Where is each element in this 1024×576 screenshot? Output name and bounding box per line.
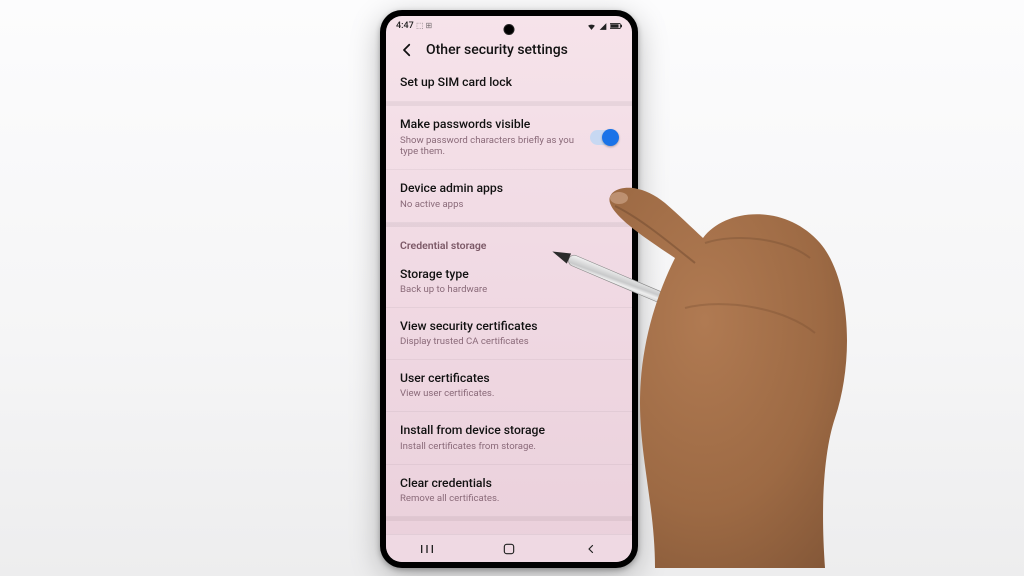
status-time: 4:47 ⬚ ⊞ (396, 21, 432, 31)
row-title: Set up SIM card lock (400, 75, 618, 90)
signal-icon (599, 22, 607, 31)
back-button[interactable] (398, 41, 416, 59)
row-device-admin-apps[interactable]: Device admin apps No active apps (386, 170, 632, 222)
row-install-from-storage[interactable]: Install from device storage Install cert… (386, 412, 632, 464)
row-title: Make passwords visible (400, 117, 580, 132)
row-storage-type[interactable]: Storage type Back up to hardware (386, 256, 632, 308)
row-title: Install from device storage (400, 423, 618, 438)
row-subtitle: Show password characters briefly as you … (400, 135, 580, 159)
row-subtitle: Remove all certificates. (400, 493, 618, 505)
settings-list[interactable]: Set up SIM card lock Make passwords visi… (386, 64, 632, 534)
nav-back-icon (585, 543, 597, 555)
row-title: Storage type (400, 267, 618, 282)
status-extra-icons: ⬚ ⊞ (416, 21, 432, 30)
row-subtitle: Install certificates from storage. (400, 441, 618, 453)
row-view-security-certificates[interactable]: View security certificates Display trust… (386, 308, 632, 360)
home-icon (502, 542, 516, 556)
row-title: User certificates (400, 371, 618, 386)
row-subtitle: No active apps (400, 199, 618, 211)
row-title: View security certificates (400, 319, 618, 334)
front-camera (505, 25, 514, 34)
nav-bar (386, 534, 632, 562)
row-user-certificates[interactable]: User certificates View user certificates… (386, 360, 632, 412)
recents-icon (419, 543, 435, 555)
nav-home-button[interactable] (479, 542, 539, 556)
row-sim-lock[interactable]: Set up SIM card lock (386, 64, 632, 102)
phone-screen: 4:47 ⬚ ⊞ Other security settings Set up … (386, 16, 632, 562)
page-title: Other security settings (426, 42, 568, 58)
phone-frame: 4:47 ⬚ ⊞ Other security settings Set up … (380, 10, 638, 568)
battery-icon (610, 22, 622, 30)
nav-back-button[interactable] (561, 543, 621, 555)
status-right-icons (587, 22, 622, 31)
wifi-icon (587, 22, 596, 31)
row-subtitle: Display trusted CA certificates (400, 336, 618, 348)
row-title: Device admin apps (400, 181, 618, 196)
row-subtitle: View user certificates. (400, 388, 618, 400)
passwords-visible-toggle[interactable] (590, 130, 618, 145)
category-advanced: Advanced (386, 521, 632, 534)
row-make-passwords-visible[interactable]: Make passwords visible Show password cha… (386, 106, 632, 170)
category-credential-storage: Credential storage (386, 227, 632, 256)
row-subtitle: Back up to hardware (400, 284, 618, 296)
chevron-left-icon (398, 41, 416, 59)
row-clear-credentials[interactable]: Clear credentials Remove all certificate… (386, 465, 632, 517)
row-title: Clear credentials (400, 476, 618, 491)
nav-recents-button[interactable] (397, 543, 457, 555)
